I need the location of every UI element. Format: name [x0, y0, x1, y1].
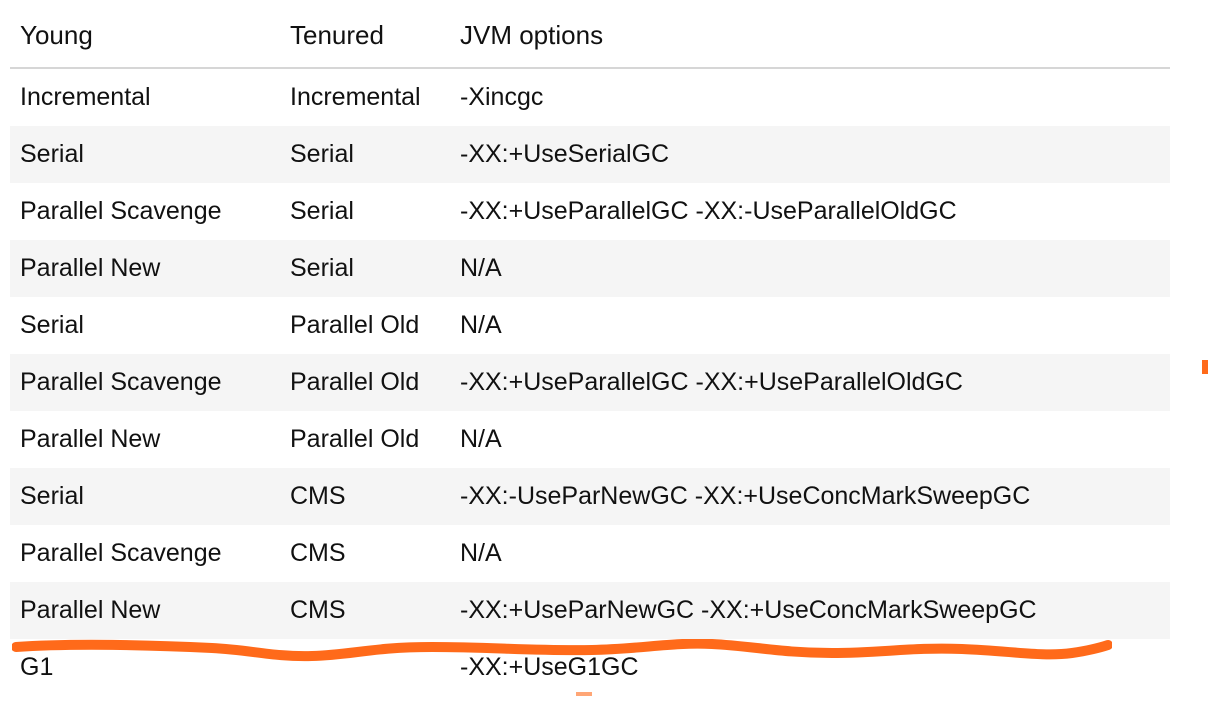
cell-young: Serial	[10, 297, 280, 354]
cell-tenured: CMS	[280, 582, 450, 639]
cell-young: Parallel Scavenge	[10, 183, 280, 240]
table-row: Serial Serial -XX:+UseSerialGC	[10, 126, 1170, 183]
col-header-jvm: JVM options	[450, 6, 1170, 68]
table-row: Parallel Scavenge Serial -XX:+UseParalle…	[10, 183, 1170, 240]
cell-opts: -XX:-UseParNewGC -XX:+UseConcMarkSweepGC	[450, 468, 1170, 525]
cell-tenured: CMS	[280, 468, 450, 525]
table-row: Serial Parallel Old N/A	[10, 297, 1170, 354]
cell-young: Serial	[10, 126, 280, 183]
cell-young: Parallel New	[10, 582, 280, 639]
cell-opts: -XX:+UseG1GC	[450, 639, 1170, 696]
cell-tenured: CMS	[280, 525, 450, 582]
cell-tenured: Serial	[280, 126, 450, 183]
table-row: Parallel Scavenge Parallel Old -XX:+UseP…	[10, 354, 1170, 411]
table-header-row: Young Tenured JVM options	[10, 6, 1170, 68]
cell-opts: -XX:+UseParallelGC -XX:+UseParallelOldGC	[450, 354, 1170, 411]
gc-combinations-table: Young Tenured JVM options Incremental In…	[10, 6, 1170, 696]
table-row: G1 -XX:+UseG1GC	[10, 639, 1170, 696]
cell-opts: -XX:+UseParNewGC -XX:+UseConcMarkSweepGC	[450, 582, 1170, 639]
cell-tenured: Serial	[280, 183, 450, 240]
bottom-marker-icon	[576, 692, 592, 696]
edge-marker-icon	[1202, 360, 1208, 374]
cell-young: Parallel Scavenge	[10, 525, 280, 582]
cell-opts: N/A	[450, 411, 1170, 468]
table-row: Parallel Scavenge CMS N/A	[10, 525, 1170, 582]
cell-tenured: Incremental	[280, 68, 450, 126]
cell-tenured	[280, 639, 450, 696]
cell-opts: N/A	[450, 297, 1170, 354]
cell-young: Parallel New	[10, 411, 280, 468]
cell-young: G1	[10, 639, 280, 696]
cell-tenured: Serial	[280, 240, 450, 297]
cell-tenured: Parallel Old	[280, 411, 450, 468]
cell-young: Incremental	[10, 68, 280, 126]
cell-opts: -XX:+UseSerialGC	[450, 126, 1170, 183]
table-row: Incremental Incremental -Xincgc	[10, 68, 1170, 126]
col-header-young: Young	[10, 6, 280, 68]
cell-young: Parallel Scavenge	[10, 354, 280, 411]
table-row: Parallel New Parallel Old N/A	[10, 411, 1170, 468]
cell-opts: N/A	[450, 525, 1170, 582]
cell-young: Parallel New	[10, 240, 280, 297]
cell-opts: N/A	[450, 240, 1170, 297]
col-header-tenured: Tenured	[280, 6, 450, 68]
cell-young: Serial	[10, 468, 280, 525]
cell-opts: -Xincgc	[450, 68, 1170, 126]
table-row: Parallel New CMS -XX:+UseParNewGC -XX:+U…	[10, 582, 1170, 639]
table-row: Parallel New Serial N/A	[10, 240, 1170, 297]
cell-opts: -XX:+UseParallelGC -XX:-UseParallelOldGC	[450, 183, 1170, 240]
page: Young Tenured JVM options Incremental In…	[0, 6, 1208, 696]
cell-tenured: Parallel Old	[280, 297, 450, 354]
cell-tenured: Parallel Old	[280, 354, 450, 411]
table-row: Serial CMS -XX:-UseParNewGC -XX:+UseConc…	[10, 468, 1170, 525]
